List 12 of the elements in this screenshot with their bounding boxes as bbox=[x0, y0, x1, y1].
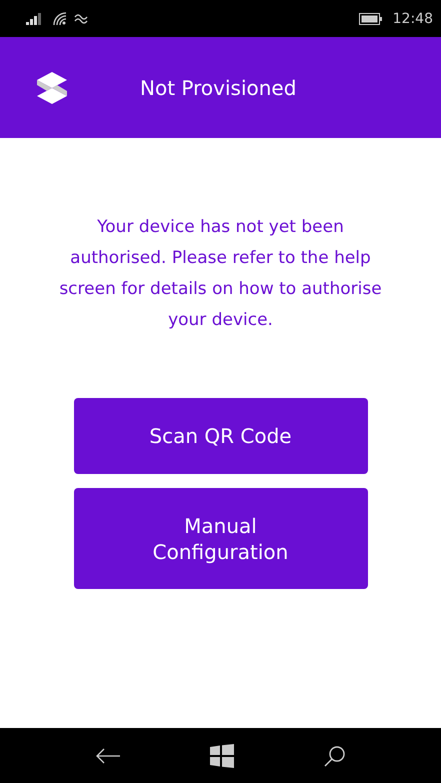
back-icon[interactable] bbox=[94, 748, 121, 764]
search-icon[interactable] bbox=[324, 744, 346, 766]
header-title: Not Provisioned bbox=[140, 76, 296, 100]
wifi-icon bbox=[52, 12, 68, 26]
logo-icon bbox=[35, 70, 69, 104]
battery-icon bbox=[358, 12, 383, 24]
action-button[interactable]: Manual Configuration bbox=[74, 488, 368, 589]
windows-icon[interactable] bbox=[210, 744, 234, 768]
action-button[interactable]: Scan QR Code bbox=[74, 398, 368, 474]
clock-time: 12:48 bbox=[392, 10, 433, 26]
info-message: Your device has not yet been authorised. Please refer to the help screen for details on how to authorise your device. bbox=[58, 216, 383, 332]
wave-icon bbox=[74, 12, 90, 26]
